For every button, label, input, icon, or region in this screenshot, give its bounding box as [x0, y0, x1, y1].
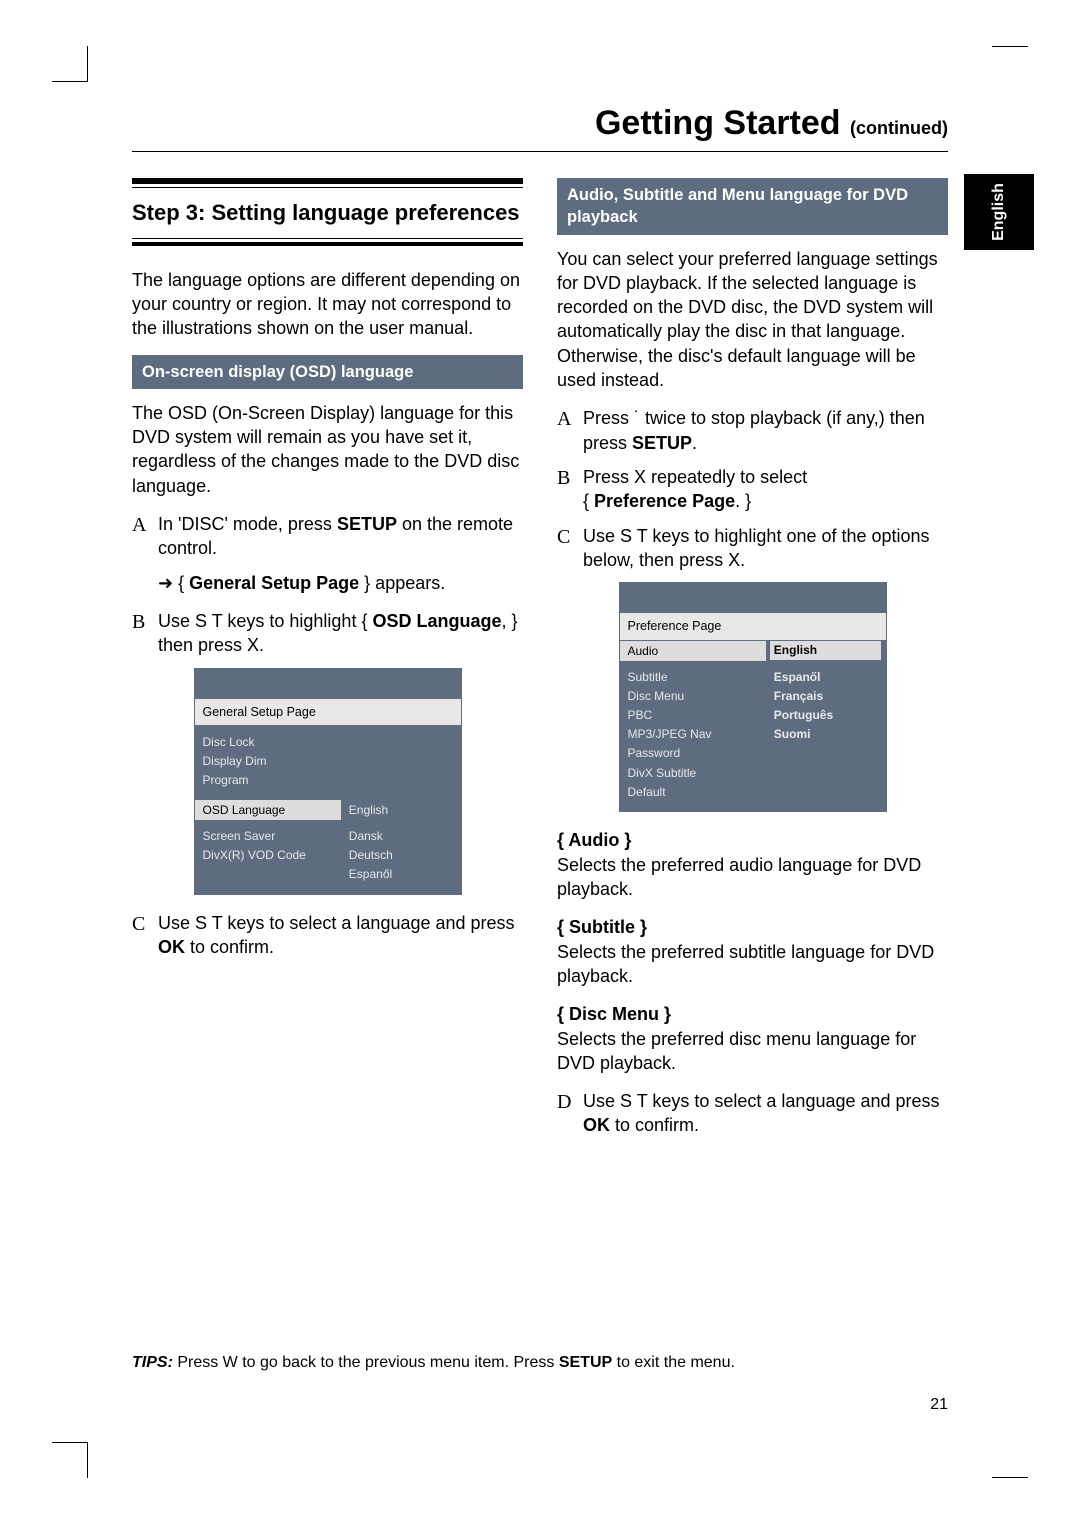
osd-intro: The OSD (On-Screen Display) language for…	[132, 401, 523, 498]
right-step-a: A Press ˙ twice to stop playback (if any…	[557, 406, 948, 455]
dvd-language-header: Audio, Subtitle and Menu language for DV…	[557, 178, 948, 235]
page-title-sub: (continued)	[850, 118, 948, 138]
tips-footer: TIPS: Press W to go back to the previous…	[132, 1354, 948, 1372]
left-step-a: A In 'DISC' mode, press SETUP on the rem…	[132, 512, 523, 561]
language-tab-label: English	[990, 183, 1008, 241]
right-column: Audio, Subtitle and Menu language for DV…	[557, 178, 948, 1148]
subtitle-option: { Subtitle } Selects the preferred subti…	[557, 915, 948, 988]
left-step-a-result: ➜ { General Setup Page } appears.	[158, 571, 523, 595]
left-step-b: B Use S T keys to highlight { OSD Langua…	[132, 609, 523, 658]
dvd-intro: You can select your preferred language s…	[557, 247, 948, 393]
right-step-c: C Use S T keys to highlight one of the o…	[557, 524, 948, 573]
crop-mark-tr	[992, 46, 1028, 47]
page-number: 21	[930, 1396, 948, 1414]
menu1-selected-row: OSD Language English	[195, 800, 461, 820]
crop-mark-br	[992, 1477, 1028, 1478]
menu1-title: General Setup Page	[195, 699, 461, 727]
audio-option: { Audio } Selects the preferred audio la…	[557, 828, 948, 901]
left-step-c: C Use S T keys to select a language and …	[132, 911, 523, 960]
general-setup-page-menu: General Setup Page Disc Lock Display Dim…	[194, 668, 462, 895]
page-title: Getting Started (continued)	[132, 104, 948, 152]
right-step-d: D Use S T keys to select a language and …	[557, 1089, 948, 1138]
osd-language-header: On-screen display (OSD) language	[132, 355, 523, 389]
disc-menu-option: { Disc Menu } Selects the preferred disc…	[557, 1002, 948, 1075]
preference-page-menu: Preference Page Audio English Subtitle D…	[619, 582, 887, 812]
menu2-selected-row: Audio English	[620, 641, 886, 661]
step-heading: Step 3: Setting language preferences	[132, 198, 523, 228]
left-column: Step 3: Setting language preferences The…	[132, 178, 523, 1148]
right-step-b: B Press X repeatedly to select { Prefere…	[557, 465, 948, 514]
language-tab: English	[964, 174, 1034, 250]
left-intro: The language options are different depen…	[132, 268, 523, 341]
page-title-main: Getting Started	[595, 104, 850, 142]
crop-mark-bl	[52, 1442, 88, 1478]
crop-mark-tl	[52, 46, 88, 82]
menu2-title: Preference Page	[620, 613, 886, 641]
